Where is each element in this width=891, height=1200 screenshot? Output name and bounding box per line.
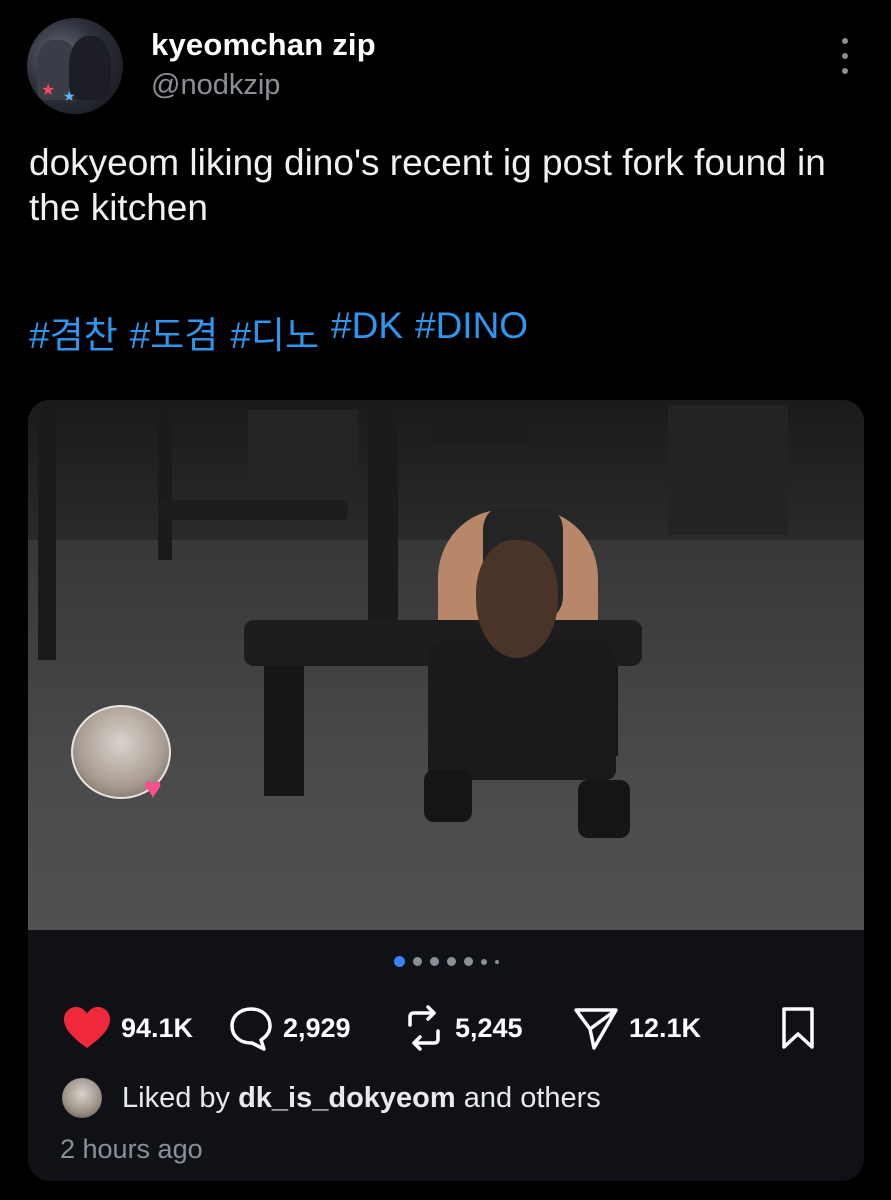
weight-rack	[248, 410, 358, 490]
hashtag-link[interactable]: #도겸	[130, 305, 219, 359]
gym-rack	[38, 400, 56, 660]
liked-by-suffix: and others	[463, 1081, 601, 1114]
like-button[interactable]: 94.1K	[62, 1003, 193, 1053]
liked-by-user[interactable]: dk_is_dokyeom	[238, 1082, 456, 1115]
bookmark-icon	[782, 1007, 814, 1049]
heart-icon: ♥	[144, 772, 162, 805]
hashtag-link[interactable]: #DINO	[415, 305, 528, 359]
heart-icon	[64, 1007, 110, 1048]
carousel-dot[interactable]	[463, 957, 473, 966]
carousel-dot[interactable]	[446, 957, 456, 966]
person-shoe	[578, 780, 630, 838]
weight-rack	[668, 405, 788, 535]
bench-leg	[264, 666, 304, 796]
author-display-name[interactable]: kyeomchan zip	[151, 27, 376, 63]
post-photo[interactable]: ♥	[28, 400, 864, 930]
star-icon: ★	[63, 88, 76, 104]
liked-by-prefix: Liked by	[122, 1081, 231, 1114]
post-timestamp: 2 hours ago	[60, 1134, 203, 1164]
person-shoe	[424, 770, 472, 822]
carousel-dot[interactable]	[494, 959, 499, 964]
reply-count: 2,929	[283, 1012, 351, 1043]
like-count: 94.1K	[121, 1012, 194, 1043]
share-button[interactable]: 12.1K	[572, 1003, 701, 1053]
author-avatar[interactable]: ★ ★	[27, 18, 123, 114]
author-handle[interactable]: @nodkzip	[151, 69, 280, 102]
person-legs	[428, 640, 616, 780]
carousel-dot[interactable]	[412, 957, 422, 966]
repost-icon	[408, 1005, 440, 1051]
repost-count: 5,245	[455, 1012, 523, 1043]
hashtag-link[interactable]: #DK	[331, 305, 403, 359]
bench-back	[428, 430, 528, 444]
share-icon	[574, 1008, 618, 1050]
carousel-dot[interactable]	[393, 956, 405, 967]
media-card: ♥ 94.1K 2,929 5,245 12.1K Liked by dk_is…	[28, 400, 864, 1181]
action-bar: 94.1K 2,929 5,245 12.1K	[62, 1003, 842, 1053]
comment-icon	[230, 1007, 272, 1051]
gym-rack	[158, 400, 172, 560]
carousel-dot[interactable]	[429, 957, 439, 966]
liked-by-row[interactable]: Liked by dk_is_dokyeom and others	[62, 1078, 601, 1118]
carousel-dot[interactable]	[480, 958, 487, 965]
hashtag-link[interactable]: #디노	[230, 305, 319, 359]
person-head	[476, 540, 558, 658]
bookmark-button[interactable]	[780, 1003, 816, 1053]
liked-by-avatar	[62, 1078, 102, 1118]
hashtag-link[interactable]: #겸찬	[29, 305, 118, 359]
carousel-indicator[interactable]	[28, 956, 864, 967]
hashtag-list: #겸찬 #도겸 #디노 #DK #DINO	[29, 305, 528, 359]
more-vertical-icon[interactable]	[835, 38, 855, 74]
star-icon: ★	[41, 82, 56, 99]
repost-button[interactable]: 5,245	[402, 1003, 523, 1053]
bench-back	[158, 500, 348, 520]
gym-rack	[368, 400, 398, 630]
reply-button[interactable]: 2,929	[228, 1003, 351, 1053]
share-count: 12.1K	[629, 1012, 702, 1043]
tweet-text: dokyeom liking dino's recent ig post for…	[29, 142, 826, 228]
